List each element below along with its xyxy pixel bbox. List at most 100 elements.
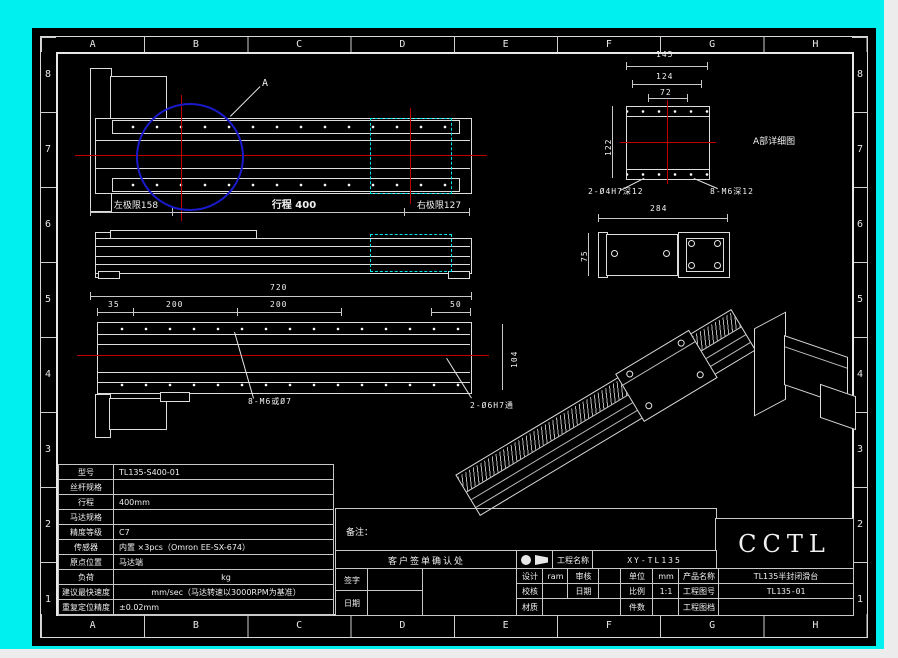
qty-value <box>652 598 680 616</box>
bottom-hole-row-bottom <box>102 380 462 390</box>
bottom-centerline <box>77 355 489 356</box>
cad-viewport: A B C D E F G H A B C D E F G H 8 7 6 5 … <box>0 0 898 658</box>
dim-122: 122 <box>604 138 613 156</box>
dim-right-limit: 右极限127 <box>416 201 462 211</box>
dim-104: 104 <box>510 350 519 368</box>
projection-symbol-cell <box>516 550 554 570</box>
qty-label: 件数 <box>620 598 654 616</box>
bottom-motor-boss <box>160 392 190 402</box>
dim-200a: 200 <box>166 300 184 309</box>
spec-value <box>114 480 333 494</box>
plan-carriage-centerline <box>410 108 411 204</box>
spec-label: 传感器 <box>59 540 113 554</box>
spec-value: C7 <box>114 525 333 539</box>
zone-letter: D <box>399 38 406 50</box>
spec-value: 400mm <box>114 495 333 509</box>
spec-value: 内置 ×3pcs（Omron EE-SX-674） <box>114 540 333 554</box>
detail-caption: A部详细图 <box>753 137 796 147</box>
date-label: 日期 <box>335 590 369 616</box>
spec-label: 精度等级 <box>59 525 113 539</box>
zone-number: 2 <box>856 519 864 530</box>
zone-letter: F <box>605 620 612 631</box>
spec-value: TL135-S400-01 <box>114 465 333 479</box>
spec-table: 型号 TL135-S400-01 丝杆规格 行程 400mm 马达规格 精度等级… <box>58 464 334 616</box>
zone-letter: C <box>296 620 303 631</box>
detail-a-circle <box>136 103 244 211</box>
detail-bottom-plate <box>626 169 710 180</box>
zone-number: 6 <box>44 219 52 230</box>
customer-stamp-field[interactable] <box>422 568 518 616</box>
zone-numbers-right: 8 7 6 5 4 3 2 1 <box>852 37 868 637</box>
zone-number: 4 <box>44 369 52 380</box>
side-foot-right <box>448 271 470 279</box>
zone-letter: G <box>709 620 716 631</box>
material-value <box>542 598 622 616</box>
zone-number: 1 <box>856 594 864 605</box>
zone-letter: A <box>89 620 96 631</box>
notes-label: 备注： <box>346 528 374 538</box>
spec-label: 行程 <box>59 495 113 509</box>
file-value <box>718 598 854 616</box>
zone-letters-top: A B C D E F G H <box>41 36 867 52</box>
spec-label: 负荷 <box>59 570 113 584</box>
zone-number: 1 <box>44 594 52 605</box>
spec-value: 马达端 <box>114 555 333 569</box>
zone-number: 5 <box>856 294 864 305</box>
zone-letter: E <box>502 620 509 631</box>
customer-sign-title: 客户签单确认处 <box>335 550 518 570</box>
label-2-o6h7: 2-Ø6H7通 <box>470 401 514 410</box>
zone-number: 8 <box>856 69 864 80</box>
zone-number: 6 <box>856 219 864 230</box>
spec-label: 原点位置 <box>59 555 113 569</box>
zone-letter: B <box>192 38 199 50</box>
detail-a-marker: A <box>262 78 270 89</box>
sign-label: 签字 <box>335 568 369 592</box>
zone-letter: C <box>296 38 303 50</box>
dim-72: 72 <box>660 88 672 97</box>
company-logo: CCTL <box>715 518 854 570</box>
zone-letters-bottom: A B C D E F G H <box>41 614 867 637</box>
zone-numbers-left: 8 7 6 5 4 3 2 1 <box>40 37 56 637</box>
dim-124: 124 <box>656 72 674 81</box>
zone-letter: D <box>399 620 406 631</box>
label-8-m6: 8-M6或Ø7 <box>248 397 292 406</box>
spec-label: 型号 <box>59 465 113 479</box>
zone-number: 8 <box>44 69 52 80</box>
zone-letter: G <box>709 38 716 50</box>
dim-145: 145 <box>656 50 674 59</box>
spec-value: kg <box>114 570 333 584</box>
dim-200b: 200 <box>270 300 288 309</box>
zone-number: 3 <box>44 444 52 455</box>
file-label: 工程图档 <box>678 598 720 616</box>
zone-letter: E <box>502 38 509 50</box>
zone-letter: F <box>605 38 612 50</box>
spec-value: mm/sec（马达转速以3000RPM为基准） <box>114 585 333 599</box>
label-2-o4h7: 2-Ø4H7深12 <box>588 187 644 196</box>
spec-value: ±0.02mm <box>114 600 333 614</box>
date-field[interactable] <box>367 590 424 616</box>
zone-number: 7 <box>44 144 52 155</box>
spec-label: 马达规格 <box>59 510 113 524</box>
label-8-m6-deep: 8-M6深12 <box>710 187 754 196</box>
detail-top-plate <box>626 106 710 117</box>
zone-letter: B <box>192 620 199 631</box>
projection-symbol-icon <box>521 555 548 565</box>
detail-centerline-h <box>620 142 716 143</box>
spec-label: 丝杆规格 <box>59 480 113 494</box>
zone-number: 5 <box>44 294 52 305</box>
zone-number: 7 <box>856 144 864 155</box>
plan-carriage-highlight <box>370 118 452 194</box>
bottom-hole-row-top <box>102 324 462 334</box>
window-edge-bottom <box>0 649 898 658</box>
zone-number: 2 <box>44 519 52 530</box>
iso-end-plate <box>754 311 786 417</box>
side-foot-left <box>98 271 120 279</box>
notes-area: 备注： <box>335 508 717 551</box>
spec-value <box>114 510 333 524</box>
sign-field[interactable] <box>367 568 424 592</box>
zone-letter: A <box>89 38 96 50</box>
material-label: 材质 <box>516 598 544 616</box>
side-carriage-highlight <box>370 234 452 272</box>
dim-stroke: 行程 400 <box>271 200 317 211</box>
window-edge-right <box>884 0 898 658</box>
